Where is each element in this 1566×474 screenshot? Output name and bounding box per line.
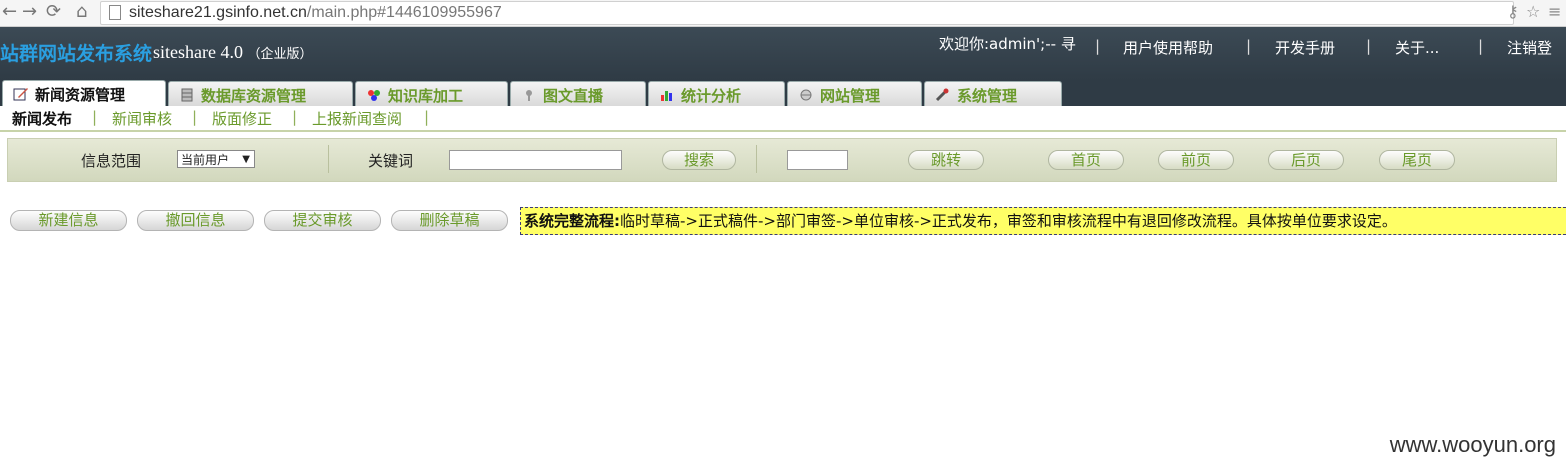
workflow-notice: 系统完整流程:临时草稿->正式稿件->部门审签->单位审核->正式发布，审签和审… [520, 207, 1566, 235]
url-path: /main.php#1446109955967 [306, 4, 502, 21]
keyword-label: 关键词 [368, 152, 414, 170]
separator: | [1095, 37, 1101, 55]
globe-icon [800, 89, 812, 101]
separator: | [424, 108, 430, 126]
new-info-button[interactable]: 新建信息 [10, 210, 127, 231]
submit-review-button[interactable]: 提交审核 [264, 210, 381, 231]
url-text[interactable]: siteshare21.gsinfo.net.cn/main.php#14461… [129, 2, 502, 24]
tab-statistics[interactable]: 统计分析 [648, 81, 785, 108]
key-icon[interactable]: ⚷ [1507, 1, 1519, 23]
next-page-button[interactable]: 后页 [1268, 150, 1344, 170]
tab-label: 系统管理 [957, 87, 1018, 105]
menu-icon[interactable]: ≡ [1548, 1, 1561, 23]
separator: | [1366, 37, 1372, 55]
tab-knowledge-base[interactable]: 知识库加工 [355, 81, 508, 108]
separator: | [192, 108, 198, 126]
forward-icon[interactable]: → [22, 1, 37, 23]
tab-database-resource[interactable]: 数据库资源管理 [168, 81, 353, 108]
tab-label: 网站管理 [820, 87, 881, 105]
url-host: siteshare21.gsinfo.net.cn [129, 4, 307, 21]
chart-icon [661, 91, 672, 101]
tab-news-resource[interactable]: 新闻资源管理 [2, 80, 166, 108]
search-button[interactable]: 搜索 [662, 150, 736, 170]
scope-select-value: 当前用户 [181, 153, 230, 167]
search-bar: 信息范围 当前用户 ▼ 关键词 搜索 跳转 首页 前页 后页 尾页 [7, 138, 1557, 182]
reload-icon[interactable]: ⟳ [46, 1, 61, 23]
home-icon[interactable]: ⌂ [76, 1, 87, 23]
last-page-button[interactable]: 尾页 [1379, 150, 1455, 170]
address-bar[interactable]: siteshare21.gsinfo.net.cn/main.php#14461… [100, 1, 1514, 25]
dropdown-arrow-icon: ▼ [242, 154, 250, 165]
separator: | [1246, 37, 1252, 55]
subnav-report-view[interactable]: 上报新闻查阅 [312, 108, 402, 129]
logout-link[interactable]: 注销登 [1507, 37, 1552, 58]
dev-manual-link[interactable]: 开发手册 [1275, 37, 1335, 58]
sub-navigation: 新闻发布 | 新闻审核 | 版面修正 | 上报新闻查阅 | [0, 106, 1566, 132]
help-link[interactable]: 用户使用帮助 [1123, 37, 1213, 58]
main-tabs: 新闻资源管理 数据库资源管理 知识库加工 图文直播 统计分析 网站管理 系统管理 [0, 80, 1566, 108]
tab-label: 数据库资源管理 [201, 87, 307, 105]
subnav-news-publish[interactable]: 新闻发布 [12, 108, 72, 129]
page-icon [109, 5, 121, 20]
divider [756, 145, 757, 173]
back-icon[interactable]: ← [2, 1, 17, 23]
separator: | [92, 108, 98, 126]
page-number-input[interactable] [787, 150, 848, 170]
knowledge-icon [368, 90, 380, 101]
tab-site-management[interactable]: 网站管理 [787, 81, 922, 108]
broadcast-icon [526, 90, 532, 101]
app-brand: siteshare 4.0 （企业版） [153, 42, 313, 63]
browser-toolbar: ← → ⟳ ⌂ siteshare21.gsinfo.net.cn/main.p… [0, 0, 1566, 27]
delete-draft-button[interactable]: 删除草稿 [391, 210, 508, 231]
jump-button[interactable]: 跳转 [908, 150, 984, 170]
separator: | [292, 108, 298, 126]
tab-label: 统计分析 [681, 87, 742, 105]
tab-photo-live[interactable]: 图文直播 [510, 81, 646, 108]
watermark: www.wooyun.org [1389, 432, 1556, 457]
welcome-text: 欢迎你:admin';-- 寻 [939, 35, 1076, 53]
withdraw-info-button[interactable]: 撤回信息 [137, 210, 254, 231]
tab-label: 新闻资源管理 [35, 86, 126, 104]
keyword-input[interactable] [449, 150, 622, 170]
star-icon[interactable]: ☆ [1526, 1, 1540, 23]
edit-icon [13, 88, 28, 101]
brand-name: siteshare 4.0 [153, 42, 243, 62]
tab-label: 图文直播 [543, 87, 604, 105]
wrench-icon [935, 88, 949, 102]
app-header: 站群网站发布系统 siteshare 4.0 （企业版） 欢迎你:admin';… [0, 27, 1566, 80]
notice-title: 系统完整流程: [524, 212, 620, 230]
app-logo: 站群网站发布系统 [0, 43, 153, 65]
divider [328, 145, 329, 173]
tab-label: 知识库加工 [388, 87, 464, 105]
separator: | [1478, 37, 1484, 55]
notice-text: 临时草稿->正式稿件->部门审签->单位审核->正式发布，审签和审核流程中有退回… [620, 212, 1397, 230]
subnav-layout-fix[interactable]: 版面修正 [212, 108, 272, 129]
scope-label: 信息范围 [81, 152, 142, 170]
tab-system-management[interactable]: 系统管理 [924, 81, 1062, 108]
subnav-news-review[interactable]: 新闻审核 [112, 108, 172, 129]
first-page-button[interactable]: 首页 [1048, 150, 1124, 170]
about-link[interactable]: 关于... [1395, 37, 1439, 58]
database-icon [181, 88, 193, 102]
prev-page-button[interactable]: 前页 [1158, 150, 1234, 170]
scope-select[interactable]: 当前用户 ▼ [177, 150, 255, 168]
brand-edition: （企业版） [247, 46, 313, 61]
